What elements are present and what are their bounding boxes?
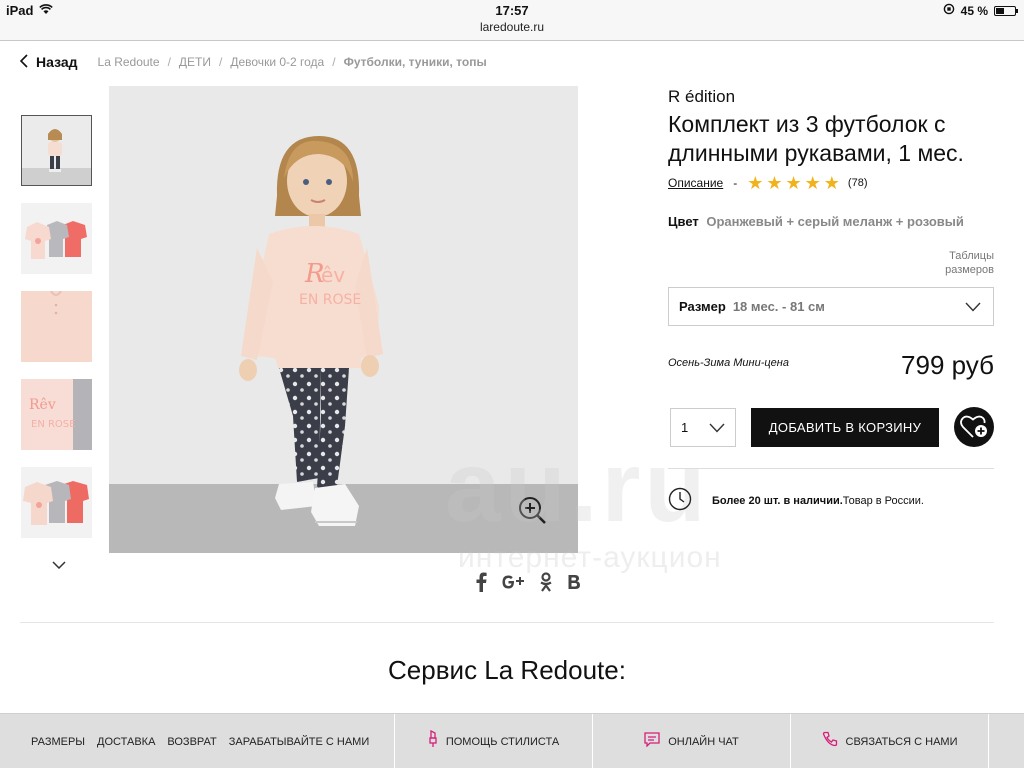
earn-link[interactable]: ЗАРАБАТЫВАЙТЕ С НАМИ	[229, 736, 370, 748]
svg-text:EN ROSE: EN ROSE	[299, 292, 361, 308]
divider	[20, 622, 994, 623]
breadcrumb-current[interactable]: Футболки, туники, топы	[344, 55, 487, 69]
star-icon: ★	[785, 173, 802, 193]
divider	[668, 468, 994, 469]
rating-row: Описание - ★ ★ ★ ★ ★ (78)	[668, 173, 868, 193]
star-icon: ★	[823, 173, 840, 193]
color-label: Цвет	[668, 214, 699, 229]
description-link[interactable]: Описание	[668, 176, 723, 190]
return-link[interactable]: ВОЗВРАТ	[167, 736, 216, 748]
delivery-link[interactable]: ДОСТАВКА	[97, 736, 155, 748]
size-table-link[interactable]: Таблицы размеров	[914, 249, 994, 277]
service-title: Сервис La Redoute:	[388, 655, 626, 685]
vkontakte-icon[interactable]	[567, 573, 581, 597]
thumbnail-set-front[interactable]	[21, 203, 92, 274]
color-row: Цвет Оранжевый + серый меланж + розовый	[668, 214, 964, 229]
lipstick-icon	[428, 729, 438, 753]
clock-icon	[668, 487, 692, 514]
breadcrumb-separator: /	[219, 55, 223, 69]
thumbnail-girl[interactable]	[21, 115, 92, 186]
battery-icon	[994, 5, 1018, 16]
product-title: Комплект из 3 футболок с длинными рукава…	[668, 111, 964, 166]
odnoklassniki-icon[interactable]	[539, 572, 553, 598]
battery-percent: 45 %	[960, 3, 988, 18]
stylist-help-label: ПОМОЩЬ СТИЛИСТА	[445, 735, 560, 748]
ios-status-bar: iPad 17:57 laredoute.ru 45 %	[0, 0, 1024, 41]
google-plus-icon[interactable]	[501, 572, 525, 598]
breadcrumb-home[interactable]: La Redoute	[98, 55, 160, 69]
back-label: Назад	[36, 54, 78, 70]
rating-count[interactable]: (78)	[848, 177, 868, 189]
quantity-select[interactable]: 1	[670, 408, 736, 447]
chevron-down-icon	[965, 300, 981, 315]
size-label: Размер	[679, 299, 726, 314]
price: 799 руб	[901, 350, 994, 380]
watermark-text: интернет-аукцион	[458, 541, 722, 574]
chat-icon	[644, 731, 660, 752]
thumbnail-shirt-back[interactable]	[21, 291, 92, 362]
bottom-bar: РАЗМЕРЫ ДОСТАВКА ВОЗВРАТ ЗАРАБАТЫВАЙТЕ С…	[0, 713, 1024, 768]
heart-plus-icon[interactable]	[954, 407, 994, 447]
phone-icon	[822, 731, 838, 752]
stylist-help-button[interactable]: ПОМОЩЬ СТИЛИСТА	[395, 714, 593, 768]
facebook-icon[interactable]	[475, 572, 487, 598]
online-chat-label: ОНЛАЙН ЧАТ	[668, 735, 739, 748]
stock-availability: Более 20 шт. в наличии.	[712, 494, 843, 507]
star-icon: ★	[766, 173, 783, 193]
color-value: Оранжевый + серый меланж + розовый	[706, 214, 964, 229]
bottom-links: РАЗМЕРЫ ДОСТАВКА ВОЗВРАТ ЗАРАБАТЫВАЙТЕ С…	[0, 714, 395, 768]
stock-location: Товар в России.	[842, 494, 924, 507]
url-bar[interactable]: laredoute.ru	[0, 20, 1024, 34]
chevron-down-icon	[709, 421, 725, 436]
svg-text:Rêv: Rêv	[29, 397, 56, 413]
contact-us-button[interactable]: СВЯЗАТЬСЯ С НАМИ	[791, 714, 989, 768]
price-label: Осень-Зима Мини-цена	[668, 357, 789, 369]
online-chat-button[interactable]: ОНЛАЙН ЧАТ	[593, 714, 791, 768]
thumbnail-shirt-print[interactable]: Rêv EN ROSE	[21, 379, 92, 450]
star-icon: ★	[804, 173, 821, 193]
svg-text:êv: êv	[321, 263, 345, 287]
clock-time: 17:57	[495, 3, 529, 18]
stock-info: Более 20 шт. в наличии. Товар в России.	[668, 487, 924, 514]
size-value: 18 мес. - 81 см	[732, 299, 825, 314]
quantity-value: 1	[681, 420, 689, 435]
sizes-link[interactable]: РАЗМЕРЫ	[31, 736, 85, 748]
star-icon: ★	[747, 173, 764, 193]
chevron-left-icon	[19, 53, 28, 71]
lock-rotation-icon	[943, 3, 955, 18]
svg-text:EN ROSE: EN ROSE	[31, 419, 75, 430]
rating-separator: -	[733, 176, 738, 190]
contact-us-label: СВЯЗАТЬСЯ С НАМИ	[845, 735, 958, 748]
breadcrumb-girls[interactable]: Девочки 0-2 года	[230, 55, 324, 69]
thumbnails-next-chevron-down-icon[interactable]	[52, 556, 66, 574]
thumbnail-set-stack[interactable]	[21, 467, 92, 538]
product-brand: R édition	[668, 87, 736, 106]
breadcrumb: Назад La Redoute / ДЕТИ / Девочки 0-2 го…	[19, 52, 487, 72]
thumbnail-list: Rêv EN ROSE	[21, 115, 92, 555]
breadcrumb-separator: /	[167, 55, 171, 69]
back-button[interactable]: Назад	[19, 53, 78, 71]
rating-stars[interactable]: ★ ★ ★ ★ ★	[747, 173, 840, 193]
breadcrumb-kids[interactable]: ДЕТИ	[179, 55, 211, 69]
size-select[interactable]: Размер 18 мес. - 81 см	[668, 287, 994, 326]
social-share	[475, 572, 581, 598]
breadcrumb-separator: /	[332, 55, 336, 69]
add-to-cart-button[interactable]: ДОБАВИТЬ В КОРЗИНУ	[751, 408, 939, 447]
